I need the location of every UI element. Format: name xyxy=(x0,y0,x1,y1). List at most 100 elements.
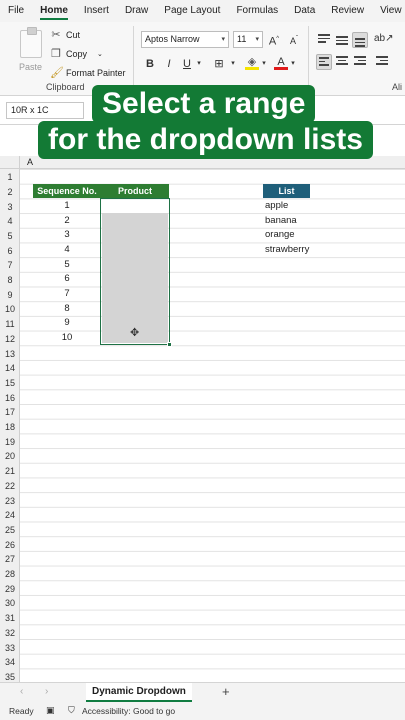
name-box[interactable]: 10R x 1C xyxy=(6,102,84,119)
sheet-tab-dynamic-dropdown[interactable]: Dynamic Dropdown xyxy=(86,683,192,702)
chevron-right-icon[interactable]: › xyxy=(45,686,48,697)
fill-handle[interactable] xyxy=(167,342,172,347)
align-bottom-icon[interactable] xyxy=(352,32,368,48)
sequence-cell[interactable]: 4 xyxy=(33,243,101,257)
tab-data[interactable]: Data xyxy=(286,0,323,22)
row-number[interactable]: 34 xyxy=(0,657,20,667)
list-header-cell[interactable]: List xyxy=(263,184,310,198)
list-item-cell[interactable]: banana xyxy=(265,214,297,228)
align-left-icon[interactable] xyxy=(316,54,332,70)
align-center-icon[interactable] xyxy=(334,54,350,70)
tab-file[interactable]: File xyxy=(0,0,32,22)
row-number[interactable]: 6 xyxy=(0,246,20,256)
row-number[interactable]: 29 xyxy=(0,584,20,594)
add-sheet-icon[interactable]: + xyxy=(222,684,230,699)
row-number[interactable]: 5 xyxy=(0,231,20,241)
row-number[interactable]: 13 xyxy=(0,349,20,359)
row-number[interactable]: 18 xyxy=(0,422,20,432)
row-number[interactable]: 20 xyxy=(0,451,20,461)
row-number[interactable]: 21 xyxy=(0,466,20,476)
sequence-cell[interactable]: 1 xyxy=(33,199,101,213)
product-header-cell[interactable]: Product xyxy=(101,184,169,198)
font-family-select[interactable]: Aptos Narrow ▾ xyxy=(141,31,229,48)
tab-draw[interactable]: Draw xyxy=(117,0,156,22)
sequence-cell[interactable]: 8 xyxy=(33,302,101,316)
chevron-down-icon[interactable]: ▾ xyxy=(259,56,269,72)
list-item-cell[interactable]: orange xyxy=(265,228,295,242)
row-number[interactable]: 31 xyxy=(0,613,20,623)
row-number[interactable]: 12 xyxy=(0,334,20,344)
select-all-corner[interactable] xyxy=(0,156,20,169)
accessibility-status[interactable]: Accessibility: Good to go xyxy=(82,706,175,716)
sequence-cell[interactable]: 3 xyxy=(33,228,101,242)
tab-view[interactable]: View xyxy=(372,0,405,22)
sequence-cell[interactable]: 9 xyxy=(33,316,101,330)
align-middle-icon[interactable] xyxy=(334,32,350,48)
font-color-icon[interactable]: A xyxy=(274,54,288,70)
row-number[interactable]: 32 xyxy=(0,628,20,638)
tab-insert[interactable]: Insert xyxy=(76,0,117,22)
fill-color-icon[interactable]: ◈ xyxy=(245,54,259,70)
selected-range[interactable] xyxy=(100,198,170,345)
row-number[interactable]: 8 xyxy=(0,275,20,285)
column-header-a[interactable]: A xyxy=(20,156,40,169)
paste-label: Paste xyxy=(19,62,43,72)
row-number[interactable]: 15 xyxy=(0,378,20,388)
sequence-cell[interactable]: 5 xyxy=(33,258,101,272)
row-number[interactable]: 35 xyxy=(0,672,20,682)
row-number[interactable]: 26 xyxy=(0,540,20,550)
row-number[interactable]: 33 xyxy=(0,643,20,653)
cut-button[interactable]: ✂ Cut xyxy=(50,28,80,41)
chevron-left-icon[interactable]: ‹ xyxy=(20,686,23,697)
row-number[interactable]: 2 xyxy=(0,187,20,197)
row-number[interactable]: 22 xyxy=(0,481,20,491)
sequence-cell[interactable]: 10 xyxy=(33,331,101,345)
tab-review[interactable]: Review xyxy=(323,0,372,22)
sequence-cell[interactable]: 2 xyxy=(33,214,101,228)
row-number[interactable]: 17 xyxy=(0,407,20,417)
sequence-cell[interactable]: 6 xyxy=(33,272,101,286)
row-number[interactable]: 11 xyxy=(0,319,20,329)
row-number[interactable]: 30 xyxy=(0,598,20,608)
copy-button[interactable]: ❐ Copy ⌄ xyxy=(50,47,103,60)
tab-page-layout[interactable]: Page Layout xyxy=(156,0,228,22)
borders-icon[interactable]: ⊞ xyxy=(212,56,226,72)
row-number[interactable]: 7 xyxy=(0,260,20,270)
row-number[interactable]: 3 xyxy=(0,202,20,212)
row-number[interactable]: 28 xyxy=(0,569,20,579)
tab-formulas[interactable]: Formulas xyxy=(228,0,286,22)
sequence-cell[interactable]: 7 xyxy=(33,287,101,301)
row-number[interactable]: 10 xyxy=(0,304,20,314)
row-number[interactable]: 19 xyxy=(0,437,20,447)
increase-font-size-button[interactable]: A^ xyxy=(267,31,281,48)
underline-button[interactable]: U xyxy=(180,56,194,72)
orientation-icon[interactable]: ab↗ xyxy=(374,31,394,47)
row-number[interactable]: 25 xyxy=(0,525,20,535)
bold-button[interactable]: B xyxy=(143,56,157,72)
row-number[interactable]: 1 xyxy=(0,172,20,182)
list-item-cell[interactable]: strawberry xyxy=(265,243,309,257)
row-number[interactable]: 24 xyxy=(0,510,20,520)
decrease-font-size-button[interactable]: Aˇ xyxy=(287,31,301,47)
accessibility-icon[interactable]: ⛉ xyxy=(68,705,75,716)
tab-home[interactable]: Home xyxy=(32,0,76,22)
row-number[interactable]: 9 xyxy=(0,290,20,300)
list-item-cell[interactable]: apple xyxy=(265,199,288,213)
font-size-select[interactable]: 11 ▾ xyxy=(233,31,263,48)
chevron-down-icon[interactable]: ▾ xyxy=(288,56,298,72)
indent-icon[interactable] xyxy=(374,54,390,70)
row-number[interactable]: 27 xyxy=(0,554,20,564)
row-number[interactable]: 4 xyxy=(0,216,20,226)
align-right-icon[interactable] xyxy=(352,54,368,70)
row-number[interactable]: 16 xyxy=(0,393,20,403)
format-painter-button[interactable]: 🖌 Format Painter xyxy=(50,66,126,79)
row-number[interactable]: 14 xyxy=(0,363,20,373)
row-number[interactable]: 23 xyxy=(0,496,20,506)
macro-icon[interactable]: ▣ xyxy=(46,705,55,716)
chevron-down-icon[interactable]: ▾ xyxy=(194,56,204,72)
chevron-down-icon[interactable]: ▾ xyxy=(228,56,238,72)
italic-button[interactable]: I xyxy=(162,56,176,72)
sequence-header-cell[interactable]: Sequence No. xyxy=(33,184,101,198)
paste-button[interactable]: Paste xyxy=(16,27,48,80)
align-top-icon[interactable] xyxy=(316,32,332,48)
